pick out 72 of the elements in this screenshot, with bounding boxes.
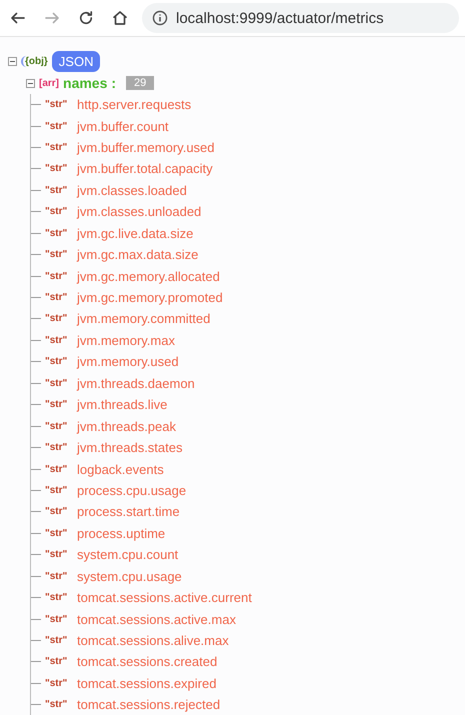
- string-value: tomcat.sessions.alive.max: [77, 633, 229, 648]
- type-tag: "str": [45, 249, 73, 260]
- string-value: jvm.threads.peak: [77, 418, 176, 434]
- string-value: tomcat.sessions.active.max: [77, 612, 236, 627]
- string-value: jvm.buffer.total.capacity: [77, 161, 213, 176]
- type-tag: "str": [45, 270, 73, 282]
- string-value: jvm.threads.live: [77, 397, 168, 412]
- string-value: jvm.memory.used: [77, 354, 179, 370]
- type-tag: [arr]: [39, 78, 60, 89]
- string-value: logback.events: [77, 462, 164, 477]
- string-value: jvm.buffer.memory.used: [77, 140, 215, 155]
- string-value: http.server.requests: [77, 97, 192, 112]
- reload-icon: [77, 9, 95, 27]
- type-tag: "str": [45, 635, 73, 646]
- string-value: tomcat.sessions.rejected: [77, 697, 220, 712]
- info-icon: [152, 10, 168, 26]
- type-tag: {obj}: [21, 56, 48, 68]
- string-value: tomcat.sessions.expired: [77, 676, 216, 691]
- type-tag: "str": [45, 99, 73, 110]
- string-value: jvm.memory.max: [77, 332, 175, 348]
- string-value: system.cpu.count: [77, 547, 178, 562]
- key-separator: :: [111, 75, 116, 92]
- string-value: process.cpu.usage: [77, 482, 186, 498]
- string-value: jvm.gc.memory.promoted: [77, 290, 223, 306]
- type-tag: "str": [45, 292, 73, 304]
- collapse-toggle[interactable]: [26, 78, 35, 88]
- string-value: jvm.gc.live.data.size: [77, 226, 194, 241]
- type-tag: "str": [45, 399, 73, 410]
- type-tag: "str": [45, 549, 73, 560]
- type-tag: "str": [45, 206, 73, 218]
- minus-icon: [28, 80, 33, 86]
- string-value: jvm.gc.max.data.size: [77, 247, 198, 262]
- type-tag: "str": [45, 528, 73, 539]
- type-tag: "str": [45, 506, 73, 518]
- type-tag: "str": [45, 356, 73, 368]
- string-value: system.cpu.usage: [77, 568, 182, 584]
- string-value: jvm.buffer.count: [77, 118, 169, 134]
- type-tag: "str": [45, 464, 73, 475]
- type-tag: "str": [45, 656, 73, 668]
- minus-icon: [10, 59, 15, 64]
- string-value: jvm.classes.loaded: [77, 182, 187, 198]
- string-value: process.uptime: [77, 526, 166, 541]
- string-value: jvm.classes.unloaded: [77, 204, 202, 220]
- type-tag: "str": [45, 163, 73, 174]
- type-tag: "str": [45, 484, 73, 496]
- type-tag: "str": [45, 570, 73, 582]
- string-value: process.start.time: [77, 504, 180, 520]
- string-value: tomcat.sessions.created: [77, 654, 218, 670]
- string-value: jvm.threads.daemon: [77, 376, 195, 391]
- type-tag: "str": [45, 334, 73, 346]
- count-badge: 29: [126, 76, 154, 90]
- type-tag: "str": [45, 313, 73, 324]
- type-tag: "str": [45, 614, 73, 625]
- type-tag: "str": [45, 228, 73, 239]
- root-label: JSON: [52, 51, 100, 72]
- type-tag: "str": [45, 120, 73, 132]
- address-bar[interactable]: localhost:9999/actuator/metrics: [142, 3, 459, 33]
- key-name: names: [63, 75, 108, 92]
- collapse-toggle[interactable]: [8, 57, 17, 66]
- type-tag: "str": [45, 442, 73, 454]
- string-value: tomcat.sessions.active.current: [77, 590, 252, 606]
- type-tag: "str": [45, 184, 73, 196]
- string-value: jvm.memory.committed: [77, 311, 210, 326]
- type-tag: "str": [45, 420, 73, 432]
- type-tag: "str": [45, 678, 73, 689]
- home-icon: [111, 9, 129, 27]
- type-tag: "str": [45, 142, 73, 153]
- string-value: jvm.gc.memory.allocated: [77, 268, 220, 284]
- type-tag: "str": [45, 592, 73, 604]
- string-value: jvm.threads.states: [77, 440, 182, 456]
- type-tag: "str": [45, 699, 73, 710]
- type-tag: "str": [45, 378, 73, 389]
